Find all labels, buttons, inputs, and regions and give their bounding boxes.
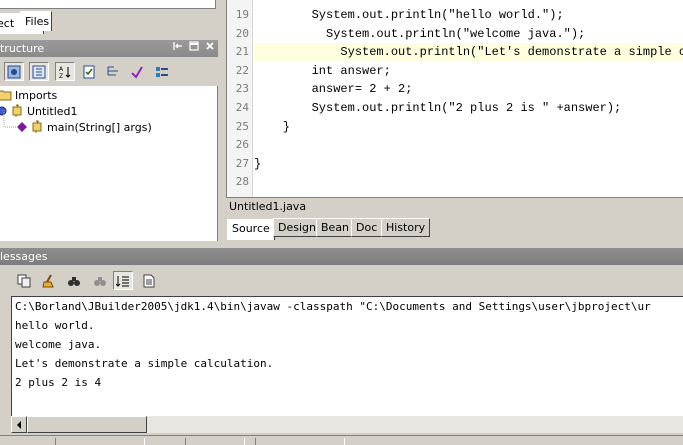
status-segment — [255, 438, 345, 445]
binoculars-icon — [68, 276, 80, 286]
wrap-button[interactable] — [113, 271, 133, 290]
tab-design-label: Design — [278, 221, 316, 234]
left-pane: ect Files tructure AZ Imports Untitled1 … — [0, 0, 221, 243]
editor-view-tabs: Source Design Bean Doc History — [226, 216, 683, 240]
grid-icon — [32, 65, 46, 78]
structure-title: tructure — [0, 42, 45, 55]
messages-toolbar — [0, 268, 683, 294]
tab-history-label: History — [386, 221, 426, 234]
messages-horizontal-scrollbar[interactable] — [11, 416, 683, 433]
arrow-left-icon — [17, 420, 21, 429]
structure-tree: Imports Untitled1 main(String[] args) — [0, 86, 218, 241]
project-pane-bottom — [0, 0, 216, 9]
code-line: } — [254, 119, 291, 134]
output-line: hello world. — [15, 319, 95, 332]
tab-bean[interactable]: Bean — [316, 218, 355, 237]
output-line: C:\Borland\JBuilder2005\jdk1.4\bin\javaw… — [15, 300, 651, 313]
check-list-button[interactable] — [79, 62, 99, 81]
visibility-button[interactable] — [127, 62, 147, 81]
filter-icon-button[interactable] — [29, 62, 49, 81]
find-next-button[interactable] — [90, 271, 110, 290]
members-button[interactable] — [152, 62, 172, 81]
code-line: int answer; — [254, 63, 391, 78]
tab-doc-label: Doc — [356, 221, 378, 234]
dock-icon[interactable] — [173, 41, 183, 51]
line-number: 21 — [235, 45, 249, 59]
copy-icon — [17, 274, 31, 287]
hierarchy-icon — [107, 66, 118, 75]
tab-source[interactable]: Source — [227, 219, 275, 240]
status-bar — [0, 435, 683, 445]
line-number: 24 — [235, 101, 249, 114]
code-line: System.out.println("welcome java."); — [254, 26, 586, 41]
copy-button[interactable] — [14, 271, 34, 290]
find-button[interactable] — [64, 271, 84, 290]
sort-az-icon: AZ — [59, 66, 71, 79]
code-editor[interactable]: 19 20 21 22 23 24 25 26 27 28 System.out.println(… — [226, 0, 683, 197]
tree-item-label: main(String[] args) — [47, 120, 152, 134]
sort-az-button[interactable]: AZ — [55, 62, 75, 81]
line-number: 20 — [235, 26, 249, 40]
code-line: answer= 2 + 2; — [254, 82, 413, 97]
tab-doc[interactable]: Doc — [351, 218, 383, 237]
code-line: } — [254, 156, 262, 171]
messages-header: lessages — [0, 248, 683, 265]
line-number: 25 — [235, 119, 249, 133]
copy-text-button[interactable] — [139, 271, 159, 290]
scroll-thumb[interactable] — [27, 416, 147, 433]
messages-title: lessages — [0, 250, 48, 263]
tab-source-label: Source — [232, 222, 270, 235]
structure-toolbar: AZ — [0, 58, 218, 85]
close-icon[interactable] — [205, 41, 215, 51]
tab-bean-label: Bean — [321, 221, 350, 234]
status-segment — [185, 438, 245, 445]
hierarchy-button[interactable] — [103, 62, 123, 81]
tree-lines — [3, 110, 18, 128]
broom-icon — [42, 274, 54, 287]
messages-output[interactable]: C:\Borland\JBuilder2005\jdk1.4\bin\javaw… — [11, 296, 683, 416]
line-number: 26 — [235, 138, 249, 152]
tab-files-label: Files — [25, 15, 50, 28]
line-number: 22 — [235, 63, 249, 77]
line-number: 23 — [235, 82, 249, 96]
output-line: welcome java. — [15, 338, 102, 351]
code-line: System.out.println("2 plus 2 is " +answe… — [254, 101, 622, 115]
document-icon — [143, 274, 155, 287]
tab-design[interactable]: Design — [273, 218, 321, 237]
structure-header: tructure — [0, 40, 218, 57]
wrap-lines-icon — [116, 275, 129, 287]
left-splitter[interactable] — [218, 0, 221, 243]
svg-text:A: A — [59, 66, 64, 73]
line-number: 19 — [235, 8, 249, 21]
code-line: System.out.println("hello world."); — [254, 8, 564, 22]
clear-button[interactable] — [39, 271, 59, 290]
scroll-left-button[interactable] — [11, 416, 27, 433]
code-line: System.out.println("Let's demonstrate a … — [254, 43, 683, 62]
grid-blue-icon — [7, 65, 21, 78]
method-icon — [32, 120, 42, 133]
members-icon — [156, 66, 168, 77]
tab-history[interactable]: History — [381, 218, 431, 237]
brush-check-icon — [131, 65, 143, 79]
binoculars-next-icon — [94, 276, 106, 286]
checklist-icon — [83, 65, 95, 78]
minimize-icon[interactable] — [189, 41, 199, 51]
output-line: Let's demonstrate a simple calculation. — [15, 357, 274, 370]
status-segment — [55, 438, 145, 445]
tab-files[interactable]: Files — [20, 11, 52, 31]
sort-icon-button[interactable] — [4, 62, 24, 81]
tab-project-label: ect — [0, 17, 15, 30]
file-name-bar: Untitled1.java — [226, 197, 683, 215]
output-line: 2 plus 2 is 4 — [15, 376, 102, 389]
file-name: Untitled1.java — [229, 200, 307, 213]
line-gutter: 19 20 21 22 23 24 25 26 27 28 — [227, 0, 253, 197]
svg-text:Z: Z — [59, 73, 63, 79]
line-number: 28 — [235, 175, 249, 189]
tree-item-main[interactable]: main(String[] args) — [17, 119, 152, 135]
tree-item-label: Untitled1 — [27, 104, 78, 118]
project-tabs: ect Files — [0, 0, 221, 36]
line-number: 27 — [235, 156, 249, 170]
